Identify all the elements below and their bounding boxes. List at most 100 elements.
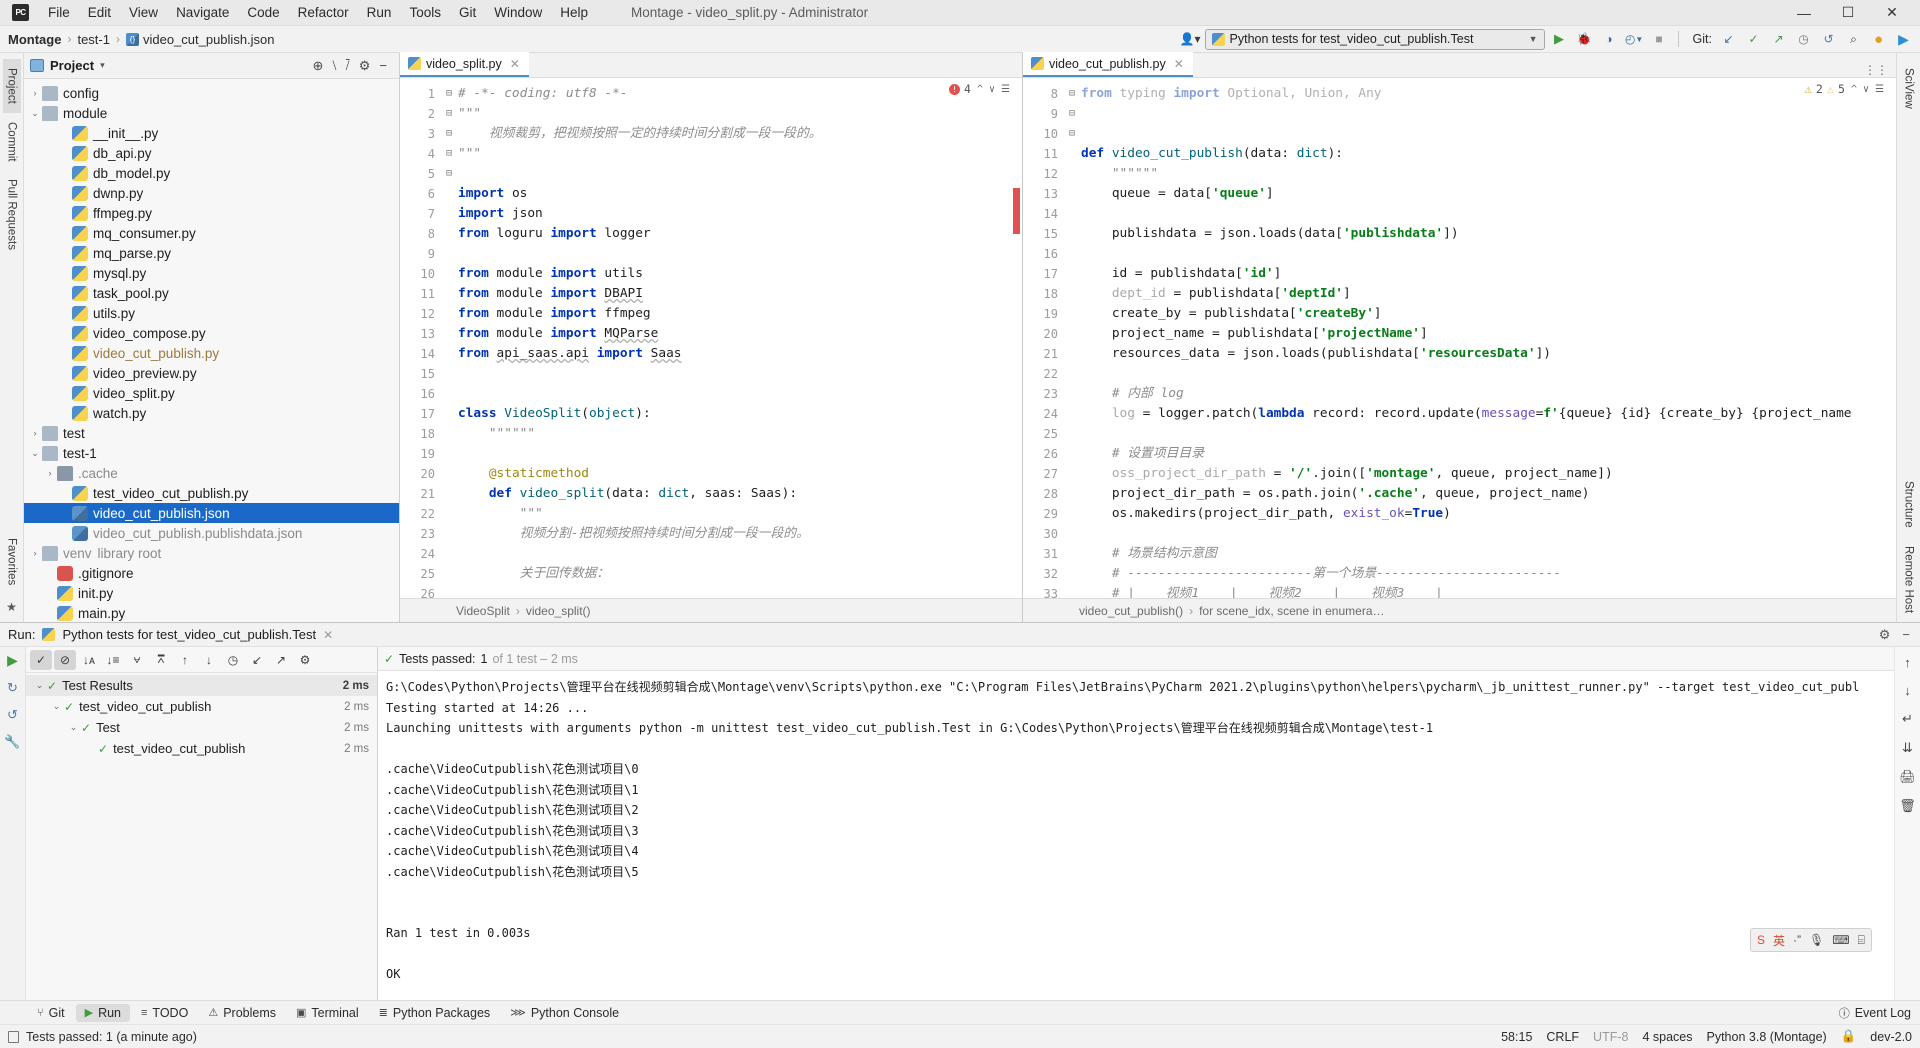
- project-tree-item-db-api-py[interactable]: db_api.py: [24, 143, 399, 163]
- menu-tools[interactable]: Tools: [400, 2, 450, 23]
- expand-all-icon[interactable]: ⧵: [332, 58, 336, 74]
- code-line[interactable]: [458, 584, 1022, 598]
- code-line[interactable]: # 场景结构示意图: [1081, 544, 1896, 564]
- test-settings-button[interactable]: ⚙: [294, 650, 316, 670]
- menu-file[interactable]: File: [39, 2, 79, 23]
- project-tree-item-test-1[interactable]: ⌄ test-1: [24, 443, 399, 463]
- code-line[interactable]: from loguru import logger: [458, 224, 1022, 244]
- code-line[interactable]: def video_cut_publish(data: dict):: [1081, 144, 1896, 164]
- menu-run[interactable]: Run: [358, 2, 401, 23]
- git-push-button[interactable]: ↗: [1768, 29, 1789, 50]
- code-view-right[interactable]: 8 9 10 11 12 13 14 15 16 17 18 19 20 21 22 23 24 25 26 27 28…: [1023, 78, 1896, 598]
- fold-marker-icon[interactable]: ⊟: [442, 84, 456, 104]
- code-line[interactable]: publishdata = json.loads(data['publishda…: [1081, 224, 1896, 244]
- test-tree-row[interactable]: ⌄ ✓ test_video_cut_publish 2 ms: [26, 696, 377, 717]
- lock-icon[interactable]: 🔒: [1841, 1029, 1857, 1044]
- code-line[interactable]: [458, 544, 1022, 564]
- code-line[interactable]: from typing import Optional, Union, Any: [1081, 84, 1896, 104]
- disclosure-arrow-icon[interactable]: ›: [28, 88, 42, 98]
- project-tree-item-video-cut-publish-json[interactable]: video_cut_publish.json: [24, 503, 399, 523]
- code-line[interactable]: id = publishdata['id']: [1081, 264, 1896, 284]
- code-line[interactable]: from module import MQParse: [458, 324, 1022, 344]
- project-tree-item--gitignore[interactable]: .gitignore: [24, 563, 399, 583]
- breadcrumb-folder[interactable]: test-1: [77, 32, 110, 47]
- profile-button[interactable]: ◴ ▼: [1624, 29, 1645, 50]
- sort-duration-button[interactable]: ↓≡: [102, 650, 124, 670]
- inspection-widget-right[interactable]: ⚠ 2 ⚠ 5 ^ ∨ ☰: [1805, 82, 1884, 96]
- code-line[interactable]: """: [458, 144, 1022, 164]
- tool-window-terminal[interactable]: ▣ Terminal: [287, 1004, 368, 1022]
- export-tests-button[interactable]: ↗: [270, 650, 292, 670]
- inspection-widget-left[interactable]: ! 4 ^ ∨ ☰: [949, 82, 1010, 96]
- scroll-down-icon[interactable]: ↓: [1904, 683, 1911, 698]
- breadcrumb-file[interactable]: video_cut_publish.json: [143, 32, 275, 47]
- history-button[interactable]: ◷: [222, 650, 244, 670]
- code-line[interactable]: import os: [458, 184, 1022, 204]
- rerun-icon[interactable]: ▶: [7, 652, 18, 669]
- fold-marker-icon[interactable]: ⊟: [1065, 104, 1079, 124]
- git-history-icon[interactable]: ◷: [1793, 29, 1814, 50]
- stop-button[interactable]: ■: [1649, 29, 1670, 50]
- code-line[interactable]: """""": [1081, 164, 1896, 184]
- code-line[interactable]: queue = data['queue']: [1081, 184, 1896, 204]
- code-line[interactable]: @staticmethod: [458, 464, 1022, 484]
- disclosure-arrow-icon[interactable]: ⌄: [49, 701, 64, 712]
- code-line[interactable]: [458, 244, 1022, 264]
- show-passed-button[interactable]: ✓: [30, 649, 52, 670]
- code-line[interactable]: [1081, 424, 1896, 444]
- code-line[interactable]: dept_id = publishdata['deptId']: [1081, 284, 1896, 304]
- fold-marker-icon[interactable]: ⊟: [1065, 124, 1079, 144]
- code-line[interactable]: resources_data = json.loads(publishdata[…: [1081, 344, 1896, 364]
- disclosure-arrow-icon[interactable]: ⌄: [28, 448, 42, 459]
- git-commit-button[interactable]: ✓: [1743, 29, 1764, 50]
- project-tree-item-video-compose-py[interactable]: video_compose.py: [24, 323, 399, 343]
- breadcrumb-method[interactable]: video_split(): [526, 604, 591, 618]
- tool-window-python-console[interactable]: ⋙ Python Console: [501, 1004, 628, 1022]
- tool-tab-sciview[interactable]: SciView: [1900, 59, 1918, 118]
- indent-setting[interactable]: 4 spaces: [1642, 1030, 1692, 1044]
- code-line[interactable]: [458, 164, 1022, 184]
- bookmark-star-icon[interactable]: ★: [6, 600, 17, 614]
- test-results-tree[interactable]: ⌄ ✓ Test Results 2 ms ⌄ ✓ test_video_cut_publi…: [26, 673, 377, 1000]
- tool-window-python-packages[interactable]: ≣ Python Packages: [370, 1004, 500, 1022]
- hide-panel-icon[interactable]: −: [1902, 627, 1910, 643]
- code-folding-gutter[interactable]: ⊟ ⊟ ⊟: [1065, 78, 1079, 598]
- breadcrumb-function[interactable]: video_cut_publish(): [1079, 604, 1183, 618]
- search-everywhere-icon[interactable]: ⌕: [1843, 29, 1864, 50]
- notifications-icon[interactable]: ●: [1868, 29, 1889, 50]
- project-tree-item-init-py[interactable]: init.py: [24, 583, 399, 603]
- menu-git[interactable]: Git: [450, 2, 485, 23]
- project-tree-item-db-model-py[interactable]: db_model.py: [24, 163, 399, 183]
- disclosure-arrow-icon[interactable]: ›: [28, 548, 42, 558]
- code-line[interactable]: 关于回传数据：: [458, 564, 1022, 584]
- code-line[interactable]: """""": [458, 424, 1022, 444]
- chevron-down-icon[interactable]: ▾: [100, 60, 105, 71]
- code-line[interactable]: [1081, 204, 1896, 224]
- print-icon[interactable]: 🖨: [1899, 769, 1916, 785]
- code-lines[interactable]: from typing import Optional, Union, Any …: [1079, 78, 1896, 598]
- ime-keyboard-icon[interactable]: ⌨: [1832, 933, 1849, 947]
- rerun-failed-icon[interactable]: ↻: [7, 680, 18, 696]
- project-tree-item-test-video-cut-publish-py[interactable]: test_video_cut_publish.py: [24, 483, 399, 503]
- close-icon[interactable]: ✕: [323, 628, 333, 642]
- project-tree-item-mq-consumer-py[interactable]: mq_consumer.py: [24, 223, 399, 243]
- code-line[interactable]: def video_split(data: dict, saas: Saas):: [458, 484, 1022, 504]
- menu-refactor[interactable]: Refactor: [289, 2, 358, 23]
- chevron-down-icon[interactable]: ∨: [1863, 84, 1869, 95]
- disclosure-arrow-icon[interactable]: ⌄: [66, 722, 81, 733]
- tool-tab-favorites[interactable]: Favorites: [3, 529, 21, 594]
- code-line[interactable]: [1081, 364, 1896, 384]
- sogou-logo-icon[interactable]: S: [1757, 933, 1765, 947]
- caret-position[interactable]: 58:15: [1501, 1030, 1532, 1044]
- chevron-up-icon[interactable]: ^: [1851, 84, 1857, 95]
- tab-video-split-py[interactable]: video_split.py ✕: [400, 52, 529, 77]
- import-tests-button[interactable]: ↙: [246, 650, 268, 670]
- close-icon[interactable]: ✕: [510, 57, 520, 71]
- menu-code[interactable]: Code: [238, 2, 288, 23]
- close-button[interactable]: ✕: [1870, 0, 1914, 26]
- scroll-up-icon[interactable]: ↑: [1904, 655, 1911, 670]
- fold-marker-icon[interactable]: ⊟: [442, 124, 456, 144]
- project-tree-item-task-pool-py[interactable]: task_pool.py: [24, 283, 399, 303]
- code-line[interactable]: from module import ffmpeg: [458, 304, 1022, 324]
- scroll-from-source-icon[interactable]: ⊕: [312, 58, 323, 74]
